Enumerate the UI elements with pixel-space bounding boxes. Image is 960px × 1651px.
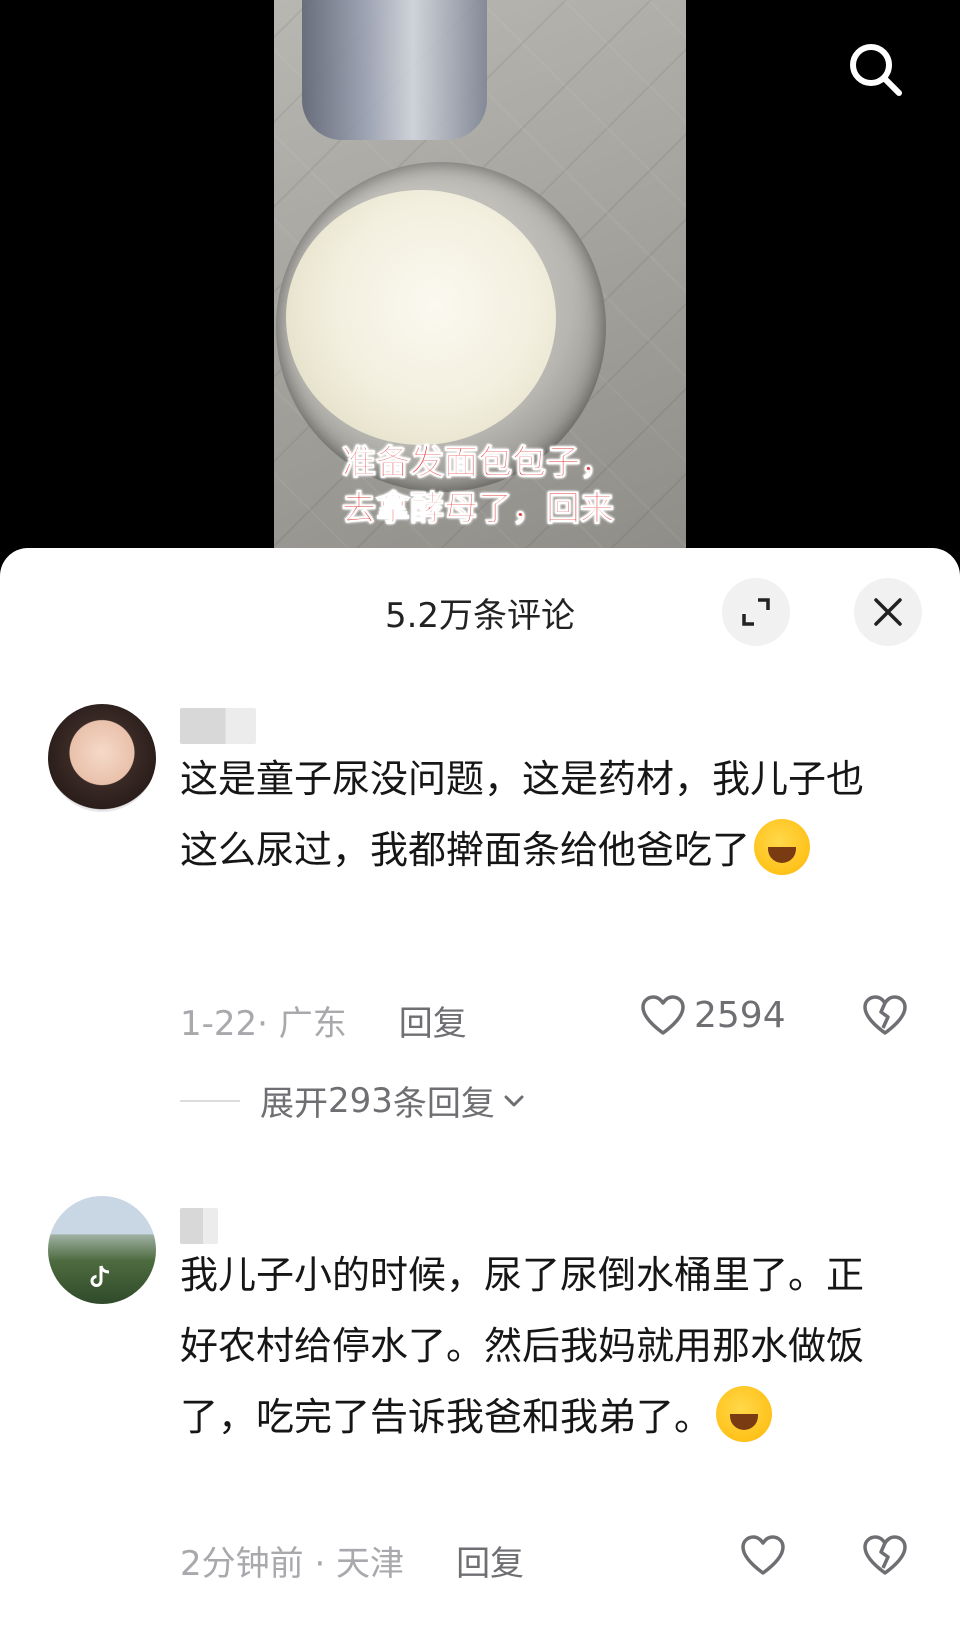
reply-button[interactable]: 回复 [399, 996, 467, 1045]
comment-meta: 2分钟前 · 天津 回复 [180, 1536, 524, 1585]
tiktok-logo-icon [90, 1265, 110, 1287]
comment-count-title: 5.2万条评论 [384, 596, 576, 636]
grinning-sweat-emoji-icon [716, 1386, 773, 1442]
laughing-crying-emoji-icon [754, 819, 811, 875]
expand-replies-prefix: 展开 [260, 1084, 328, 1124]
avatar[interactable] [48, 1196, 156, 1304]
chevron-down-icon [504, 1095, 524, 1106]
flour-image [286, 190, 556, 445]
search-button[interactable] [846, 40, 906, 100]
close-button[interactable] [854, 578, 922, 646]
expand-replies-suffix: 条回复 [392, 1084, 495, 1124]
video-frame: 准备发面包包子， 去拿酵母了，回来 [274, 0, 686, 560]
like-button[interactable] [740, 1534, 794, 1576]
bucket-image [302, 0, 487, 140]
expand-icon [742, 598, 770, 626]
comment-time-location: 2分钟前 · 天津 [180, 1544, 405, 1584]
like-button[interactable]: 2594 [640, 994, 786, 1036]
caption-line-1: 准备发面包包子， [342, 443, 615, 484]
comment-text: 我儿子小的时候，尿了尿倒水桶里了。正好农村给停水了。然后我妈就用那水做饭了，吃完… [180, 1240, 900, 1453]
comment-sheet: 5.2万条评论 这是童子尿没问题，这是药材，我儿子也这么尿过，我都擀面条给他爸吃… [0, 548, 960, 1651]
expand-divider [180, 1099, 240, 1102]
like-count: 2594 [694, 994, 786, 1036]
dislike-button[interactable] [862, 1534, 908, 1580]
comment-text: 这是童子尿没问题，这是药材，我儿子也这么尿过，我都擀面条给他爸吃了 [180, 744, 900, 886]
comment-time-location: 1-22· 广东 [180, 1004, 347, 1044]
broken-heart-icon [863, 995, 907, 1035]
broken-heart-icon [863, 1535, 907, 1575]
expand-replies-button[interactable]: 展开 293 条回复 [180, 1076, 525, 1125]
expand-button[interactable] [722, 578, 790, 646]
dislike-button[interactable] [862, 994, 908, 1040]
comment-meta: 1-22· 广东 回复 [180, 996, 467, 1045]
caption-line-2: 去拿酵母了，回来 [342, 489, 615, 530]
username-redacted[interactable] [180, 708, 256, 744]
video-player[interactable]: 准备发面包包子， 去拿酵母了，回来 [0, 0, 960, 560]
heart-icon [641, 995, 685, 1035]
expand-replies-count: 293 [328, 1080, 393, 1121]
video-caption: 准备发面包包子， 去拿酵母了，回来 [342, 440, 615, 532]
heart-icon [741, 1535, 785, 1575]
search-icon [850, 44, 902, 96]
reply-button[interactable]: 回复 [456, 1536, 524, 1585]
avatar[interactable] [48, 704, 156, 812]
close-icon [874, 598, 902, 626]
username-redacted[interactable] [180, 1208, 218, 1244]
